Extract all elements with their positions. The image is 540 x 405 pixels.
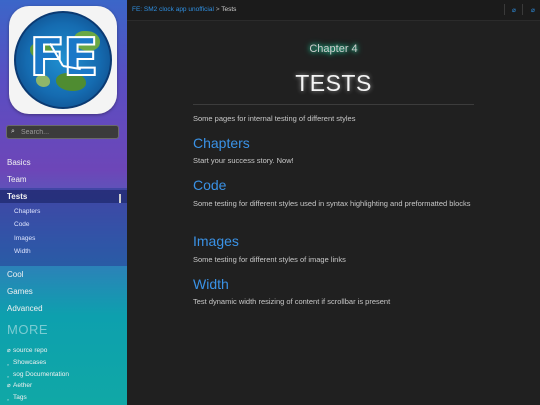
- sidebar-item-games[interactable]: Games: [7, 287, 33, 296]
- nav-icon[interactable]: ⌀: [531, 6, 535, 14]
- logo-letters: FE: [28, 27, 99, 89]
- more-heading: MORE: [7, 322, 48, 337]
- link-documentation[interactable]: ‸ sog Documentation: [7, 371, 69, 378]
- search-box[interactable]: ⌕: [6, 125, 119, 139]
- title-divider: [193, 104, 474, 105]
- link-label: Showcases: [13, 359, 47, 366]
- sidebar-subitem-chapters[interactable]: Chapters: [14, 208, 40, 215]
- sidebar-subitem-width[interactable]: Width: [14, 248, 31, 255]
- sidebar-item-tests[interactable]: Tests: [7, 192, 27, 201]
- link-label: sog Documentation: [13, 371, 70, 378]
- sidebar: FE ⌕ Basics Team Tests Chapters Code Ima…: [0, 0, 127, 405]
- menu-icon[interactable]: ⌀: [512, 6, 516, 14]
- link-label: Aether: [13, 382, 33, 389]
- topbar: FE: SM2 clock app unofficial > Tests ⌀ ⌀: [127, 0, 540, 21]
- link-showcases[interactable]: ‸ Showcases: [7, 359, 46, 366]
- page-title: TESTS: [295, 70, 372, 96]
- section-heading-chapters[interactable]: Chapters: [193, 135, 250, 151]
- breadcrumb-current: Tests: [221, 6, 237, 13]
- section-text-code: Some testing for different styles used i…: [193, 199, 471, 208]
- section-heading-width[interactable]: Width: [193, 276, 229, 292]
- section-text-images: Some testing for different styles of ima…: [193, 255, 346, 264]
- section-heading-images[interactable]: Images: [193, 233, 239, 249]
- link-tags[interactable]: ‸ Tags: [7, 394, 27, 401]
- sidebar-item-advanced[interactable]: Advanced: [7, 304, 43, 313]
- sidebar-item-team[interactable]: Team: [7, 175, 27, 184]
- app-logo[interactable]: FE: [9, 6, 117, 114]
- link-source-repo[interactable]: ⌀ source repo: [7, 347, 47, 354]
- search-input[interactable]: [19, 128, 113, 136]
- intro-text: Some pages for internal testing of diffe…: [193, 114, 356, 123]
- breadcrumb-separator: >: [215, 6, 220, 13]
- link-label: Tags: [13, 394, 27, 401]
- search-icon: ⌕: [11, 128, 15, 135]
- link-aether[interactable]: ⌀ Aether: [7, 382, 32, 389]
- section-heading-code[interactable]: Code: [193, 177, 226, 193]
- breadcrumb: FE: SM2 clock app unofficial > Tests: [132, 6, 236, 13]
- sidebar-item-cool[interactable]: Cool: [7, 270, 23, 279]
- section-text-width: Test dynamic width resizing of content i…: [193, 297, 391, 306]
- section-text-chapters: Start your success story. Now!: [193, 156, 294, 165]
- topbar-divider: [504, 4, 505, 15]
- link-label: source repo: [13, 347, 48, 354]
- sidebar-subitem-code[interactable]: Code: [14, 221, 30, 228]
- sidebar-scroll-handle[interactable]: [119, 194, 121, 203]
- breadcrumb-home-link[interactable]: FE: SM2 clock app unofficial: [132, 6, 214, 13]
- chapter-label: Chapter 4: [309, 43, 358, 55]
- topbar-divider: [522, 4, 523, 15]
- sidebar-subitem-images[interactable]: Images: [14, 235, 35, 242]
- sidebar-item-basics[interactable]: Basics: [7, 158, 31, 167]
